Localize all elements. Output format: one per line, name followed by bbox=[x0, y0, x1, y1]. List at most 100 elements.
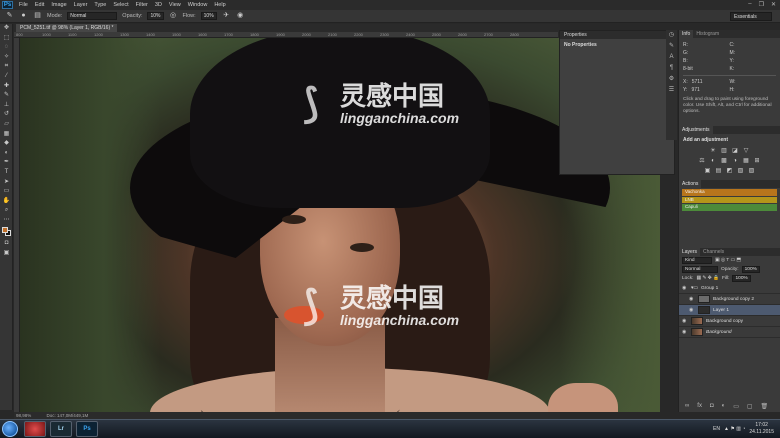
layer-row[interactable]: ◉ Background copy 2 bbox=[679, 294, 780, 305]
menu-edit[interactable]: Edit bbox=[35, 2, 44, 8]
channel-mixer-adjustment-icon[interactable]: ◑ bbox=[731, 157, 739, 165]
blend-mode-select[interactable]: Normal bbox=[682, 266, 718, 273]
levels-adjustment-icon[interactable]: ▥ bbox=[720, 147, 728, 155]
visibility-eye-icon[interactable]: ◉ bbox=[689, 307, 695, 313]
tab-channels[interactable]: Channels bbox=[700, 248, 727, 256]
menu-image[interactable]: Image bbox=[51, 2, 66, 8]
gradient-map-adjustment-icon[interactable]: ▨ bbox=[748, 167, 756, 175]
dodge-tool-icon[interactable]: ◐ bbox=[0, 149, 13, 159]
screen-mode-icon[interactable]: ▣ bbox=[0, 249, 13, 259]
color-lookup-adjustment-icon[interactable]: ▦ bbox=[742, 157, 750, 165]
link-layers-icon[interactable]: ∞ bbox=[685, 403, 689, 410]
layer-row[interactable]: ◉ Background bbox=[679, 327, 780, 338]
menu-filter[interactable]: Filter bbox=[136, 2, 148, 8]
shape-tool-icon[interactable]: ▭ bbox=[0, 187, 13, 197]
lasso-tool-icon[interactable]: ◌ bbox=[0, 43, 13, 53]
new-adjustment-icon[interactable]: ◐ bbox=[722, 403, 726, 410]
character-panel-icon[interactable]: A bbox=[666, 52, 677, 63]
tray-icons[interactable]: ▲ ⚑ ▥ ◔ bbox=[724, 426, 745, 432]
blur-tool-icon[interactable]: ◆ bbox=[0, 139, 13, 149]
quick-mask-icon[interactable]: ◘ bbox=[0, 239, 13, 249]
threshold-adjustment-icon[interactable]: ◩ bbox=[726, 167, 734, 175]
visibility-eye-icon[interactable]: ◉ bbox=[689, 296, 695, 302]
more-tools-icon[interactable]: ⋯ bbox=[0, 216, 13, 226]
menu-layer[interactable]: Layer bbox=[74, 2, 88, 8]
tab-histogram[interactable]: Histogram bbox=[693, 30, 722, 38]
visibility-eye-icon[interactable]: ◉ bbox=[682, 318, 688, 324]
eraser-tool-icon[interactable]: ▱ bbox=[0, 120, 13, 130]
minimize-button[interactable]: – bbox=[748, 1, 751, 8]
action-item[interactable]: Capuli bbox=[682, 204, 777, 211]
black-white-adjustment-icon[interactable]: ◐ bbox=[709, 157, 717, 165]
crop-tool-icon[interactable]: ⌗ bbox=[0, 62, 13, 72]
language-indicator[interactable]: EN bbox=[713, 426, 720, 432]
layer-row-group[interactable]: ◉ ▾▭ Group 1 bbox=[679, 283, 780, 294]
healing-brush-tool-icon[interactable]: ✚ bbox=[0, 82, 13, 92]
menu-help[interactable]: Help bbox=[214, 2, 225, 8]
menu-file[interactable]: File bbox=[19, 2, 28, 8]
layer-row[interactable]: ◉ Background copy bbox=[679, 316, 780, 327]
action-item[interactable]: LNB bbox=[682, 196, 777, 203]
delete-layer-icon[interactable]: 🗑 bbox=[761, 403, 769, 410]
document-tab[interactable]: PCM_5251.tif @ 98% (Layer 1, RGB/16) * bbox=[16, 24, 118, 32]
brush-preset-icon[interactable]: ● bbox=[19, 12, 28, 20]
menu-window[interactable]: Window bbox=[188, 2, 208, 8]
layer-row-selected[interactable]: ◉ Layer 1 bbox=[679, 305, 780, 316]
maximize-button[interactable]: ❐ bbox=[759, 1, 764, 8]
clock[interactable]: 17:02 24.11.2015 bbox=[749, 422, 774, 436]
history-panel-icon[interactable]: ◷ bbox=[666, 30, 677, 41]
fill-field[interactable]: 100% bbox=[732, 275, 751, 282]
type-tool-icon[interactable]: T bbox=[0, 168, 13, 178]
zoom-tool-icon[interactable]: ⌕ bbox=[0, 206, 13, 216]
visibility-eye-icon[interactable]: ◉ bbox=[682, 285, 688, 291]
path-select-tool-icon[interactable]: ➤ bbox=[0, 178, 13, 188]
photo-filter-adjustment-icon[interactable]: ▩ bbox=[720, 157, 728, 165]
foreground-color-swatch[interactable] bbox=[2, 227, 8, 234]
kind-filter-select[interactable]: Kind bbox=[682, 257, 712, 264]
filter-icons[interactable]: ▣ ◎ T ▭ ⬒ bbox=[715, 258, 741, 263]
gradient-tool-icon[interactable]: ▦ bbox=[0, 130, 13, 140]
workspace-select[interactable]: Essentials bbox=[730, 12, 772, 21]
zoom-level[interactable]: 98,98% bbox=[16, 413, 31, 418]
hue-saturation-adjustment-icon[interactable]: ⊞ bbox=[753, 157, 761, 165]
clone-stamp-tool-icon[interactable]: ⊥ bbox=[0, 101, 13, 111]
brush-panel-icon[interactable]: ✎ bbox=[666, 41, 677, 52]
marquee-tool-icon[interactable]: ⬚ bbox=[0, 34, 13, 44]
start-button[interactable] bbox=[2, 421, 18, 437]
move-tool-icon[interactable]: ✥ bbox=[0, 24, 13, 34]
pen-tool-icon[interactable]: ✒ bbox=[0, 158, 13, 168]
brush-panel-icon[interactable]: ▤ bbox=[33, 12, 42, 20]
menu-select[interactable]: Select bbox=[113, 2, 128, 8]
pressure-opacity-icon[interactable]: ◎ bbox=[169, 12, 178, 20]
brush-tool-icon[interactable]: ✎ bbox=[5, 12, 14, 20]
new-group-icon[interactable]: ▭ bbox=[733, 403, 739, 410]
paragraph-panel-icon[interactable]: ¶ bbox=[666, 63, 677, 74]
menu-3d[interactable]: 3D bbox=[155, 2, 162, 8]
history-brush-tool-icon[interactable]: ↺ bbox=[0, 110, 13, 120]
tab-layers[interactable]: Layers bbox=[679, 248, 701, 256]
taskbar-app-photoshop[interactable]: Ps bbox=[76, 421, 98, 437]
invert-adjustment-icon[interactable]: ▣ bbox=[704, 167, 712, 175]
visibility-eye-icon[interactable]: ◉ bbox=[682, 329, 688, 335]
layer-opacity-field[interactable]: 100% bbox=[741, 266, 760, 273]
lock-icons[interactable]: ▦ ✎ ✥ 🔒 bbox=[696, 276, 719, 281]
hand-tool-icon[interactable]: ✋ bbox=[0, 197, 13, 207]
brightness-adjustment-icon[interactable]: ☀ bbox=[709, 147, 717, 155]
brush-tool-icon[interactable]: ✎ bbox=[0, 91, 13, 101]
airbrush-icon[interactable]: ✈ bbox=[222, 12, 231, 20]
tab-adjustments[interactable]: Adjustments bbox=[679, 126, 713, 134]
flow-field[interactable]: 10% bbox=[200, 12, 217, 20]
tab-actions[interactable]: Actions bbox=[679, 180, 702, 188]
tab-info[interactable]: Info bbox=[679, 30, 694, 38]
layer-style-icon[interactable]: fx bbox=[697, 403, 702, 410]
properties-panel-icon[interactable]: ☰ bbox=[666, 85, 677, 96]
color-balance-adjustment-icon[interactable]: ⚖ bbox=[698, 157, 706, 165]
tool-presets-icon[interactable]: ⚙ bbox=[666, 74, 677, 85]
action-item[interactable]: Vachonka bbox=[682, 189, 777, 196]
new-layer-icon[interactable]: ▢ bbox=[747, 403, 753, 410]
posterize-adjustment-icon[interactable]: ▤ bbox=[715, 167, 723, 175]
taskbar-app-lightroom[interactable]: Lr bbox=[50, 421, 72, 437]
menu-view[interactable]: View bbox=[169, 2, 181, 8]
curves-adjustment-icon[interactable]: ◪ bbox=[731, 147, 739, 155]
mode-select[interactable]: Normal bbox=[67, 12, 118, 20]
